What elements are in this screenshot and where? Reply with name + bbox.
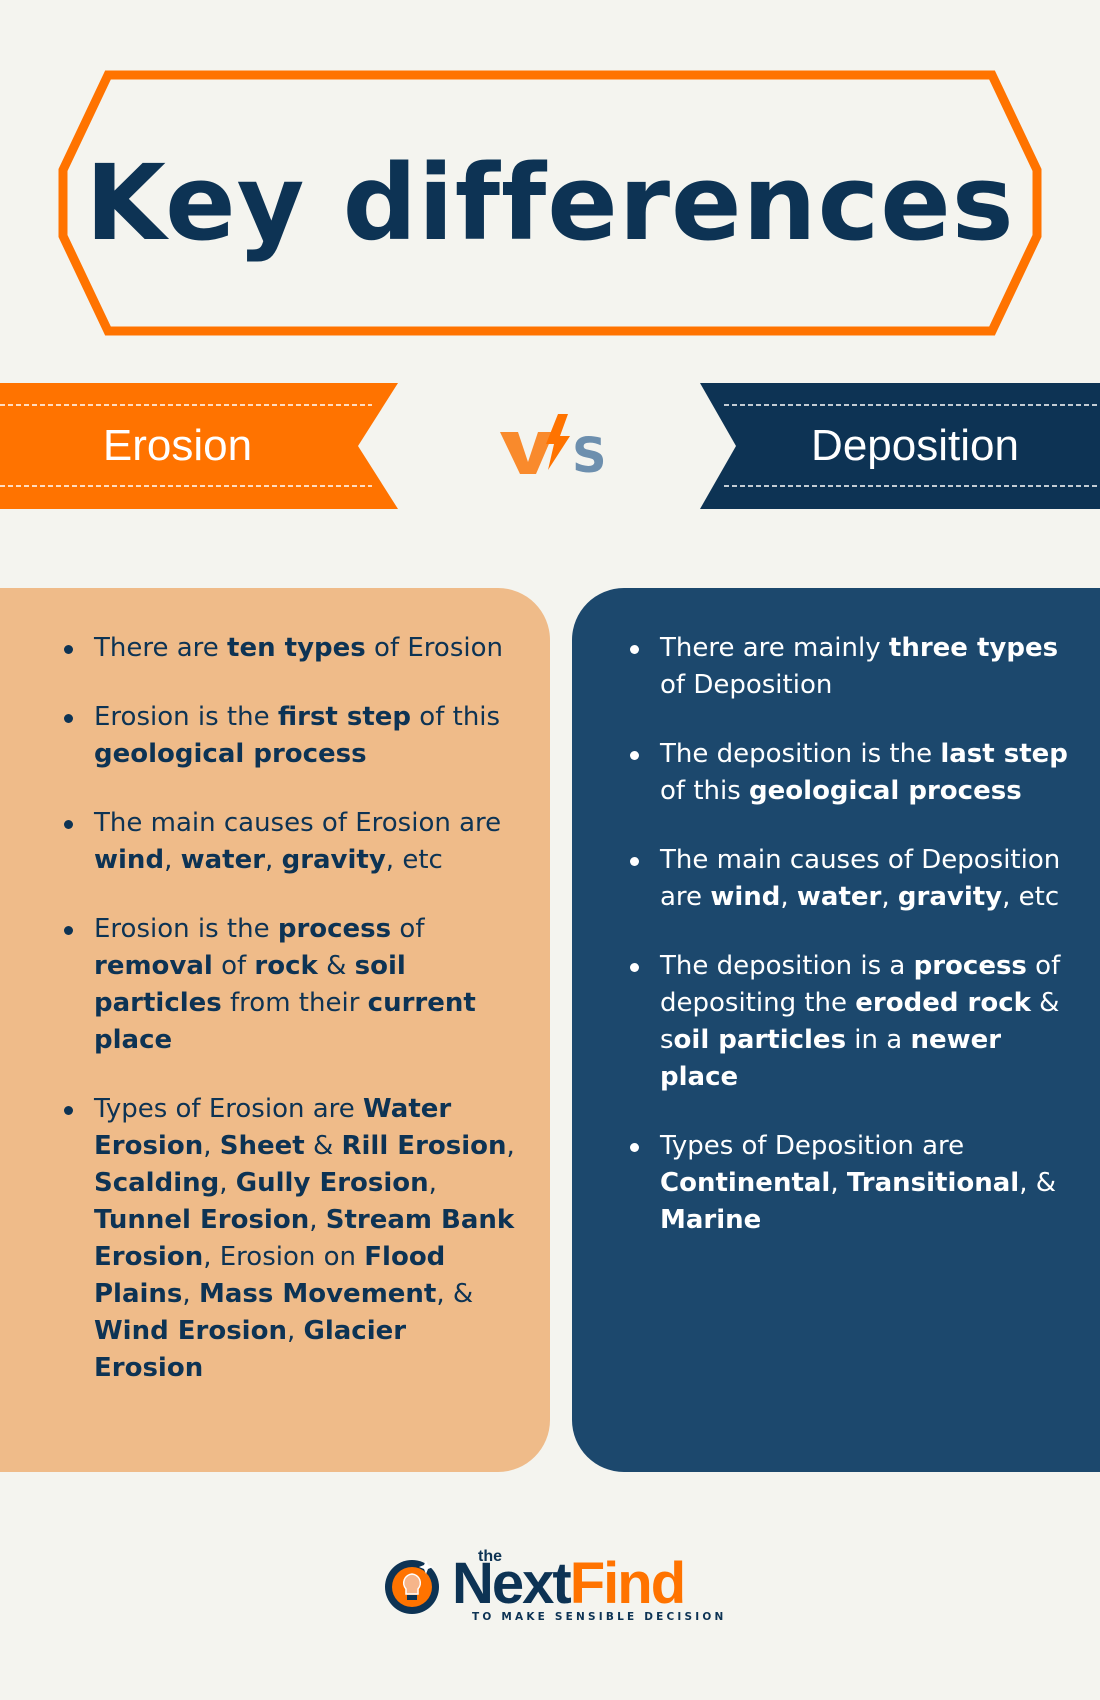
text: , xyxy=(164,845,181,875)
bold-text: Sheet xyxy=(219,1131,305,1161)
logo-next: Next xyxy=(452,1551,572,1616)
text: Erosion is the xyxy=(94,914,278,944)
bold-text: rock xyxy=(254,951,318,981)
text: , xyxy=(182,1279,199,1309)
text: Types of Deposition are xyxy=(660,1131,965,1161)
bold-text: process xyxy=(913,951,1027,981)
text: , xyxy=(780,882,797,912)
text: of this xyxy=(411,702,501,732)
bold-text: removal xyxy=(94,951,213,981)
bold-text: first step xyxy=(277,702,412,732)
text: of xyxy=(391,914,425,944)
bold-text: Continental xyxy=(660,1168,831,1198)
text: , xyxy=(309,1205,326,1235)
text: Erosion is the xyxy=(94,702,278,732)
title-frame: Key differences xyxy=(58,70,1042,336)
text: , xyxy=(830,1168,847,1198)
bold-text: Scalding xyxy=(94,1168,220,1198)
list-item: Types of Erosion are Water Erosion, Shee… xyxy=(64,1091,524,1387)
bold-text: gravity xyxy=(281,845,386,875)
text: of Erosion xyxy=(365,633,503,663)
text: in a xyxy=(846,1025,911,1055)
deposition-points: There are mainly three types of Depositi… xyxy=(630,630,1070,1271)
text: The deposition is the xyxy=(660,739,941,769)
lightning-bolt-icon xyxy=(546,414,570,470)
deposition-label: Deposition xyxy=(811,421,1019,470)
text: The deposition is a xyxy=(660,951,914,981)
vs-icon: S xyxy=(496,410,607,484)
list-item: The deposition is the last step of this … xyxy=(630,736,1070,810)
text: Types of Erosion are xyxy=(94,1094,364,1124)
text: , & xyxy=(1019,1168,1057,1198)
list-item: The deposition is a process of depositin… xyxy=(630,948,1070,1096)
text: & xyxy=(304,1131,342,1161)
text: , xyxy=(506,1131,515,1161)
list-item: There are mainly three types of Depositi… xyxy=(630,630,1070,704)
list-item: There are ten types of Erosion xyxy=(64,630,524,667)
bold-text: last step xyxy=(940,739,1068,769)
bold-text: water xyxy=(796,882,882,912)
bold-text: water xyxy=(180,845,266,875)
erosion-points: There are ten types of Erosion Erosion is… xyxy=(64,630,524,1419)
bold-text: Tunnel Erosion xyxy=(94,1205,310,1235)
bold-text: gravity xyxy=(897,882,1003,912)
bold-text: eroded rock xyxy=(855,988,1031,1018)
text: & xyxy=(317,951,355,981)
text: from their xyxy=(221,988,368,1018)
list-item: The main causes of Deposition are wind, … xyxy=(630,842,1070,916)
bold-text: wind xyxy=(94,845,165,875)
list-item: Types of Deposition are Continental, Tra… xyxy=(630,1128,1070,1239)
logo-find: Find xyxy=(569,1551,686,1616)
deposition-panel: There are mainly three types of Depositi… xyxy=(572,588,1100,1472)
bold-text: process xyxy=(277,914,392,944)
deposition-ribbon: Deposition xyxy=(700,383,1100,509)
brand-logo: the NextFind TO MAKE SENSIBLE DECISION xyxy=(380,1548,730,1628)
bold-text: Rill Erosion xyxy=(341,1131,507,1161)
bold-text: oil particles xyxy=(673,1025,847,1055)
bold-text: wind xyxy=(710,882,781,912)
bold-text: geological process xyxy=(749,776,1022,806)
text: , etc xyxy=(385,845,443,875)
text: , xyxy=(219,1168,236,1198)
lightbulb-icon xyxy=(385,1560,439,1614)
text: There are xyxy=(94,633,228,663)
text: The main causes of Erosion are xyxy=(94,808,502,838)
text: , xyxy=(265,845,282,875)
logo-wordmark: NextFind xyxy=(452,1551,686,1616)
bold-text: Marine xyxy=(660,1205,762,1235)
logo-tagline: TO MAKE SENSIBLE DECISION xyxy=(472,1611,727,1623)
bold-text: ten types xyxy=(227,633,366,663)
page-title: Key differences xyxy=(85,142,1015,264)
text: , xyxy=(203,1131,220,1161)
text: , etc xyxy=(1002,882,1060,912)
bold-text: geological process xyxy=(94,739,367,769)
erosion-ribbon: Erosion xyxy=(0,383,400,509)
bold-text: Mass Movement xyxy=(198,1279,437,1309)
text: , xyxy=(286,1316,304,1346)
list-item: Erosion is the process of removal of roc… xyxy=(64,911,524,1059)
erosion-label: Erosion xyxy=(102,421,253,470)
text: , & xyxy=(436,1279,474,1309)
bold-text: Wind Erosion xyxy=(94,1316,287,1346)
erosion-panel: There are ten types of Erosion Erosion is… xyxy=(0,588,550,1472)
bold-text: Transitional xyxy=(846,1168,1020,1198)
text: There are mainly xyxy=(660,633,889,663)
text: of xyxy=(212,951,255,981)
bold-text: three types xyxy=(888,633,1059,663)
vs-s-glyph: S xyxy=(572,428,606,480)
vs-v-glyph xyxy=(500,432,554,474)
text: of this xyxy=(660,776,750,806)
text: , xyxy=(428,1168,437,1198)
text: , xyxy=(881,882,898,912)
list-item: The main causes of Erosion are wind, wat… xyxy=(64,805,524,879)
list-item: Erosion is the first step of this geolog… xyxy=(64,699,524,773)
text: of Deposition xyxy=(660,670,833,700)
bold-text: Gully Erosion xyxy=(235,1168,429,1198)
text: , Erosion on xyxy=(203,1242,365,1272)
